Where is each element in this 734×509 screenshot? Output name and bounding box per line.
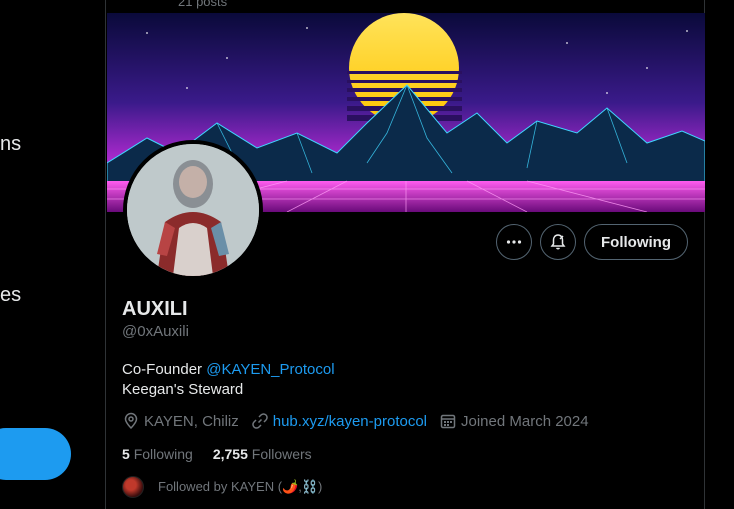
website[interactable]: hub.xyz/kayen-protocol xyxy=(251,412,427,430)
profile-column: 21 posts Following AUXILI @0xAuxili Co-F… xyxy=(105,0,705,509)
join-date: Joined March 2024 xyxy=(439,412,589,430)
calendar-icon xyxy=(440,414,456,429)
bell-icon xyxy=(550,234,566,250)
more-icon xyxy=(506,240,522,244)
follow-stats: 5 Following 2,755 Followers xyxy=(122,446,312,462)
link-icon xyxy=(251,413,268,429)
profile-actions: Following xyxy=(496,224,688,260)
post-button[interactable] xyxy=(0,428,71,480)
following-label: Following xyxy=(133,446,193,462)
user-handle: @0xAuxili xyxy=(122,323,189,340)
location-pin-icon xyxy=(124,412,138,430)
followed-by[interactable]: Followed by KAYEN (🌶️,⛓️) xyxy=(122,476,322,498)
website-link[interactable]: hub.xyz/kayen-protocol xyxy=(273,413,427,430)
following-button[interactable]: Following xyxy=(584,224,688,260)
posts-count: 21 posts xyxy=(178,0,228,9)
more-button[interactable] xyxy=(496,224,533,260)
follower-avatar xyxy=(122,476,144,498)
followers-stat[interactable]: 2,755 Followers xyxy=(213,446,312,462)
location-text: KAYEN, Chiliz xyxy=(144,412,239,430)
following-stat[interactable]: 5 Following xyxy=(122,446,193,462)
bio-mention-link[interactable]: @KAYEN_Protocol xyxy=(206,361,334,378)
join-date-text: Joined March 2024 xyxy=(461,412,589,430)
avatar-image xyxy=(127,144,259,276)
nav-item-label[interactable]: ns xyxy=(0,133,21,156)
followed-by-text: Followed by KAYEN (🌶️,⛓️) xyxy=(158,479,323,494)
notifications-button[interactable] xyxy=(540,224,577,260)
display-name: AUXILI xyxy=(122,298,188,320)
left-nav: ns es xyxy=(0,0,106,509)
followers-count: 2,755 xyxy=(212,446,248,462)
following-count: 5 xyxy=(122,446,130,462)
bio-line-2: Keegan's Steward xyxy=(122,381,244,398)
location: KAYEN, Chiliz xyxy=(122,412,239,430)
followers-label: Followers xyxy=(251,446,312,462)
bio-text: Co-Founder xyxy=(122,361,203,378)
profile-meta: KAYEN, Chiliz hub.xyz/kayen-protocol Joi… xyxy=(122,412,589,430)
profile-bio: Co-Founder @KAYEN_Protocol Keegan's Stew… xyxy=(122,360,335,400)
nav-item-label[interactable]: es xyxy=(0,284,21,307)
bio-line-1: Co-Founder @KAYEN_Protocol xyxy=(122,360,335,380)
profile-avatar[interactable] xyxy=(123,140,263,280)
